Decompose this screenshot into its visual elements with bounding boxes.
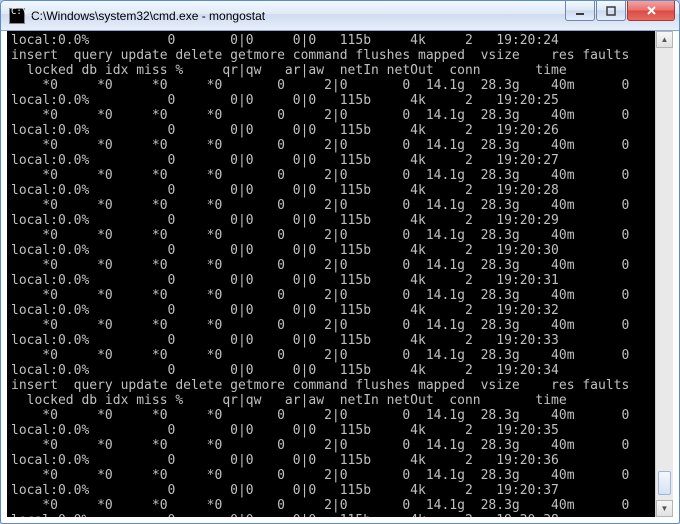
scroll-down-button[interactable]: ▼: [656, 500, 673, 517]
titlebar[interactable]: C:\Windows\system32\cmd.exe - mongostat: [1, 1, 679, 31]
window: C:\Windows\system32\cmd.exe - mongostat …: [0, 0, 680, 524]
maximize-icon: [606, 6, 616, 16]
minimize-icon: [575, 6, 585, 16]
window-buttons: [565, 1, 675, 21]
scroll-up-button[interactable]: ▲: [656, 31, 673, 48]
minimize-button[interactable]: [565, 1, 595, 21]
window-title: C:\Windows\system32\cmd.exe - mongostat: [31, 9, 265, 23]
chevron-up-icon: ▲: [661, 35, 669, 44]
close-button[interactable]: [627, 1, 675, 21]
close-icon: [646, 5, 657, 16]
vertical-scrollbar[interactable]: ▲ ▼: [655, 31, 673, 517]
chevron-down-icon: ▼: [661, 504, 669, 513]
cmd-icon: [9, 8, 25, 24]
maximize-button[interactable]: [596, 1, 626, 21]
client-area: local:0.0% 0 0|0 0|0 115b 4k 2 19:20:24 …: [7, 31, 673, 517]
terminal-output: local:0.0% 0 0|0 0|0 115b 4k 2 19:20:24 …: [7, 31, 655, 517]
scroll-thumb[interactable]: [658, 471, 671, 495]
